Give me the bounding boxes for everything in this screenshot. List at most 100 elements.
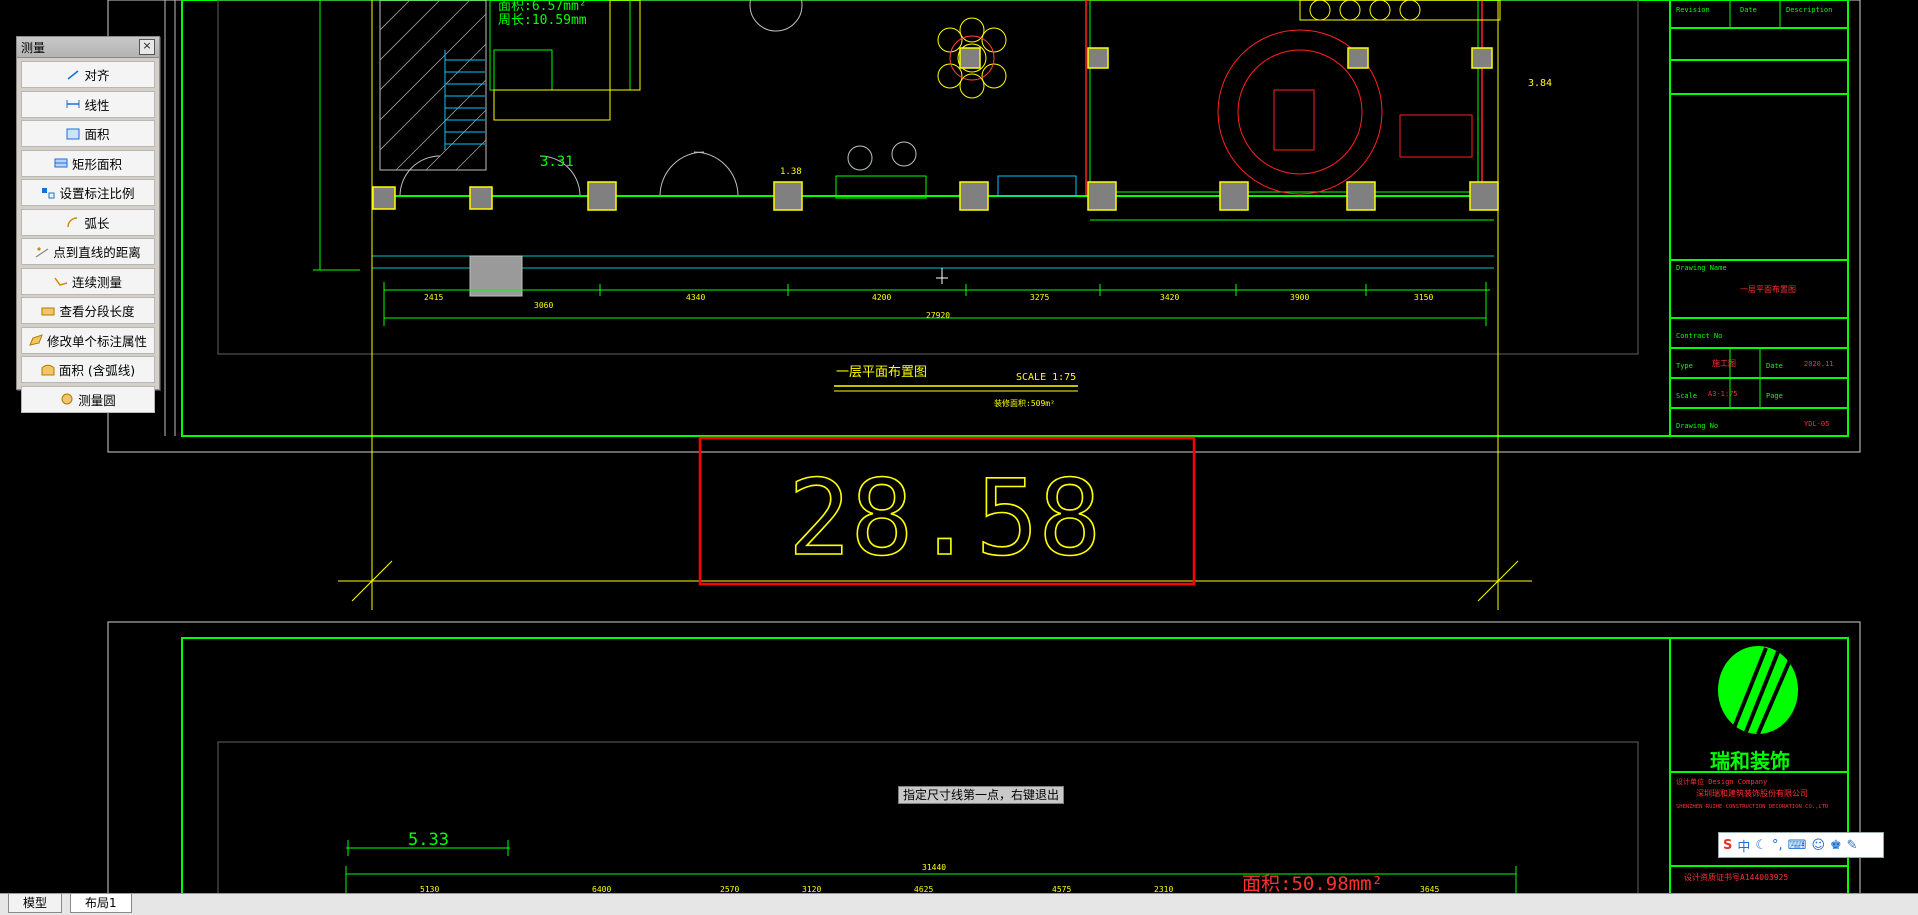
ime-toolbar[interactable]: S 中 ☾ °, ⌨ ☺ ♚ ✎ [1718,832,1884,858]
tb-drawing-name-label: Drawing Name [1676,264,1727,272]
tb-revision: Revision [1676,6,1710,14]
tb-page-label: Page [1766,392,1783,400]
tool-label: 线性 [84,97,110,113]
top-sheet-left-ruler [164,0,176,436]
tool-label: 测量圆 [78,392,116,408]
tool-label: 设置标注比例 [59,186,135,201]
top-sheet-outer-border [107,0,1861,453]
tool-label: 对齐 [84,68,110,83]
bottom-dim-overall: 31440 [922,863,946,872]
tool-rect-area-button[interactable]: 矩形面积 [21,149,155,177]
top-sheet-area-note: 装修面积:509m² [994,398,1055,408]
cursor-crosshair-icon [936,268,948,284]
tool-label: 矩形面积 [71,156,122,172]
command-prompt: 指定尺寸线第一点，右键退出 [898,786,1065,804]
punctuation-icon[interactable]: °, [1772,838,1783,853]
ime-lang-toggle[interactable]: 中 [1737,836,1750,855]
tb-date-label: Date [1766,362,1783,370]
layout-tab-bar: 模型 布局1 [0,893,1918,915]
tab-model[interactable]: 模型 [8,894,63,913]
tool-label: 点到直线的距离 [53,245,141,260]
floor-plan [313,0,1501,392]
top-dim-small-1: 3.31 [540,154,574,170]
tb-drawing-no-value: YDL-05 [1804,420,1829,428]
top-dim-5: 3900 [1290,293,1309,302]
top-dim-1: 4340 [686,293,705,302]
sogou-logo-icon[interactable]: S [1723,838,1732,853]
measure-panel-title: 测量 [21,40,46,55]
top-dim-overall: 27920 [926,311,950,320]
area-icon [66,128,80,139]
arc-area-icon [41,364,55,375]
segment-icon [41,307,55,315]
tool-label: 查看分段长度 [59,304,135,319]
tb-description: Description [1786,6,1832,14]
qualification: 设计资质证书号A144003925 [1684,872,1788,882]
tb-drawing-no-label: Drawing No [1676,422,1718,430]
edit-dim-icon [29,334,43,346]
tool-continuous-button[interactable]: 连续测量 [21,267,155,295]
user-icon[interactable]: ☺ [1811,838,1825,853]
measure-panel-titlebar[interactable]: 测量 × [17,37,159,58]
top-sheet-title: 一层平面布置图 [836,365,927,380]
tb-scale-label: Scale [1676,392,1697,400]
tool-label: 修改单个标注属性 [46,333,147,349]
cad-drawing-canvas[interactable]: 28.58 一层平面布置图 SCALE 1:75 装修面积:509m² 面积:6… [0,0,1918,914]
tb-contract-label: Contract No [1676,332,1722,340]
company-label: 设计单位 Design Company [1676,777,1767,786]
bottom-sheet-outer-border [107,621,1861,914]
measurement-value: 28.58 [788,457,1101,579]
tb-date-value: 2020.11 [1804,360,1834,368]
tool-point-line-button[interactable]: 点到直线的距离 [21,238,155,265]
tool-segment-button[interactable]: 查看分段长度 [21,297,155,324]
tool-edit-dim-button[interactable]: 修改单个标注属性 [21,326,155,354]
top-dim-sub: 3060 [534,301,553,310]
bottom-area-label: 面积:50.98mm² [1242,873,1383,895]
align-icon [68,69,79,80]
tool-area-button[interactable]: 面积 [21,120,155,147]
top-dim-4: 3420 [1160,293,1179,302]
top-sheet-scale: SCALE 1:75 [1016,372,1076,383]
top-dim-0: 2415 [424,293,443,302]
top-area-label: 面积:6.57mm² [498,0,587,14]
top-dim-3: 3275 [1030,293,1049,302]
tool-label: 面积 (含弧线) [58,363,136,378]
rect-area-icon [54,158,68,168]
company-logo-icon [1718,646,1798,735]
company-en: SHENZHEN RUIHE CONSTRUCTION DECORATION C… [1676,804,1828,810]
tool-arc-area-button[interactable]: 面积 (含弧线) [21,356,155,383]
top-dim-6: 3150 [1414,293,1433,302]
moon-icon[interactable]: ☾ [1755,838,1767,853]
keyboard-icon[interactable]: ⌨ [1788,838,1807,853]
circle-icon [61,393,73,405]
tool-linear-button[interactable]: 线性 [21,90,155,118]
tool-label: 弧长 [84,215,110,231]
measure-panel: 测量 × 对齐 线性 面积 矩形面积 设置标注比例 弧长 点到直线的距离 连续测… [16,36,160,413]
tool-scale-button[interactable]: 设置标注比例 [21,179,155,206]
linear-icon [66,100,80,108]
top-dim-small-5: 1.38 [780,167,802,177]
top-dim-small-4: 3.84 [1528,78,1552,89]
tb-scale-value: A3-1:75 [1708,390,1738,398]
scale-icon [42,187,55,198]
tb-type-label: Type [1676,362,1693,370]
title-block-top [1669,0,1849,437]
wrench-icon[interactable]: ✎ [1847,838,1858,853]
top-perimeter-label: 周长:10.59mm [498,13,587,28]
tool-arc-length-button[interactable]: 弧长 [21,208,155,236]
tool-circle-button[interactable]: 测量圆 [21,385,155,413]
tb-type-value: 施工图 [1712,358,1736,368]
tb-date-head: Date [1740,6,1757,14]
company-name: 深圳瑞和建筑装饰股份有限公司 [1696,788,1808,798]
bottom-dim-left: 5.33 [408,830,449,850]
close-icon[interactable]: × [139,39,155,55]
tool-label: 面积 [84,127,110,142]
tool-label: 连续测量 [71,274,122,290]
top-dim-2: 4200 [872,293,891,302]
bottom-sheet-frame [181,637,1849,914]
arc-length-icon [67,217,78,228]
skin-icon[interactable]: ♚ [1830,838,1842,853]
point-line-icon [35,246,49,257]
tab-layout1[interactable]: 布局1 [70,894,132,913]
tool-align-button[interactable]: 对齐 [21,61,155,88]
